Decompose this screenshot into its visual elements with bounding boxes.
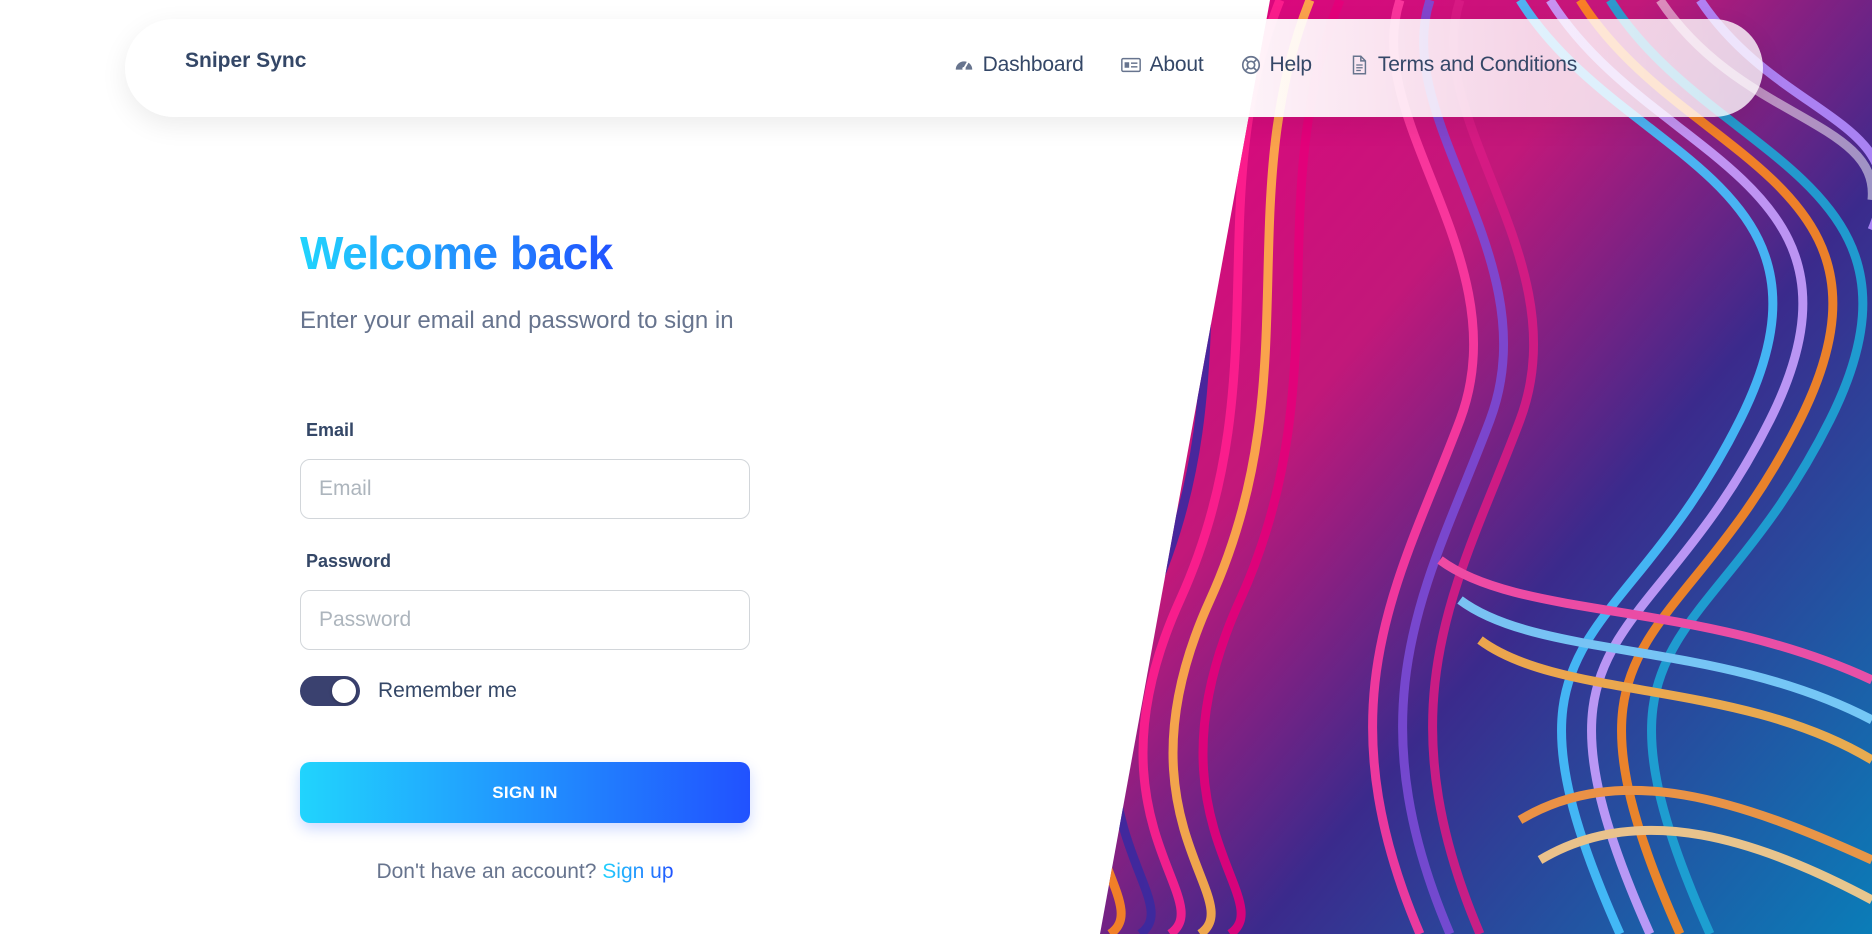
- nav-item-terms[interactable]: Terms and Conditions: [1348, 53, 1577, 77]
- nav-menu: Dashboard About Help Terms and Condition…: [953, 53, 1577, 77]
- nav-item-help[interactable]: Help: [1240, 53, 1312, 77]
- abstract-swirl-image: [1100, 0, 1872, 934]
- nav-item-dashboard[interactable]: Dashboard: [953, 53, 1084, 77]
- signup-prompt-line: Don't have an account? Sign up: [300, 860, 750, 884]
- signup-prompt-text: Don't have an account?: [376, 860, 597, 883]
- password-label: Password: [306, 551, 392, 571]
- remember-me-toggle[interactable]: [300, 676, 360, 706]
- sign-in-button[interactable]: SIGN IN: [300, 762, 750, 823]
- sign-in-page: Sniper Sync Dashboard About Help Terms a…: [0, 0, 1872, 934]
- signup-link[interactable]: Sign up: [602, 860, 673, 883]
- page-subtitle: Enter your email and password to sign in: [300, 307, 734, 334]
- lifebuoy-icon: [1241, 55, 1260, 75]
- dashboard-gauge-icon: [955, 61, 972, 71]
- brand-name[interactable]: Sniper Sync: [185, 49, 306, 73]
- nav-label-help: Help: [1269, 53, 1313, 76]
- nav-label-dashboard: Dashboard: [982, 53, 1084, 76]
- email-input[interactable]: [300, 459, 750, 519]
- remember-me-row: Remember me: [300, 676, 517, 706]
- id-card-icon: [1120, 57, 1141, 73]
- nav-label-terms: Terms and Conditions: [1377, 53, 1577, 76]
- remember-me-label[interactable]: Remember me: [378, 679, 517, 703]
- document-icon: [1352, 55, 1367, 75]
- password-input[interactable]: [300, 590, 750, 650]
- email-label: Email: [306, 420, 355, 440]
- nav-label-about: About: [1149, 53, 1204, 76]
- nav-item-about[interactable]: About: [1120, 53, 1204, 77]
- toggle-knob: [332, 679, 356, 703]
- page-title: Welcome back: [300, 227, 613, 279]
- top-navbar: Sniper Sync Dashboard About Help Terms a…: [125, 19, 1763, 117]
- decorative-art-panel: [1100, 0, 1872, 934]
